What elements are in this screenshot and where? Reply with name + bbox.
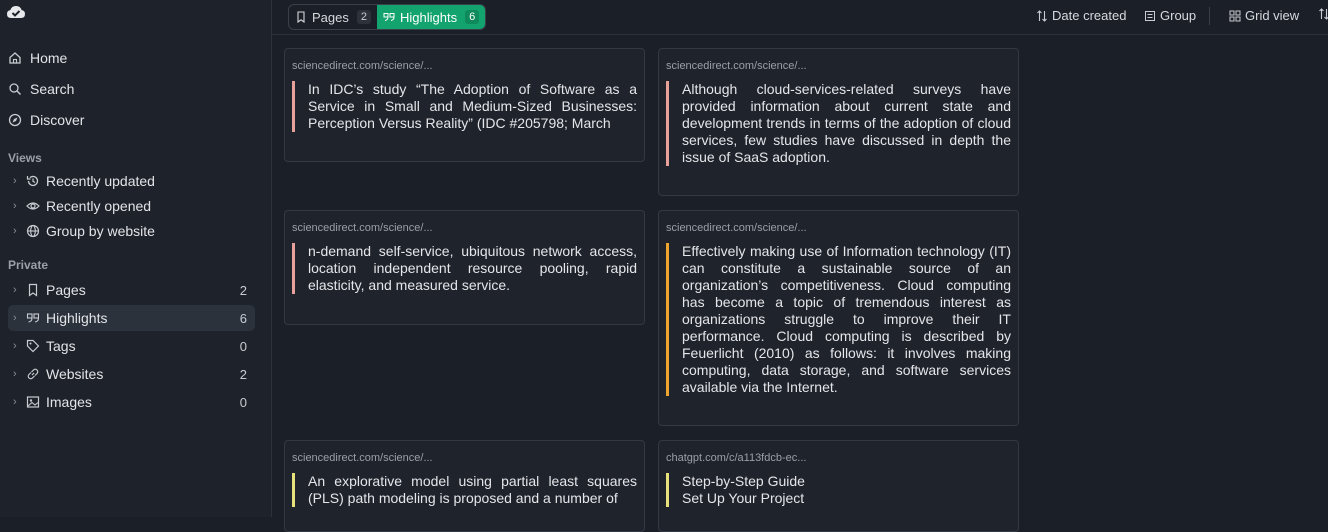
card-source[interactable]: sciencedirect.com/science/... (292, 60, 433, 72)
sidebar-item-label: Images (46, 394, 92, 410)
sidebar-item-label: Pages (46, 282, 86, 298)
view-label: Recently opened (46, 198, 152, 214)
home-icon (8, 51, 22, 65)
bookmark-icon (295, 11, 307, 23)
sidebar-item-label: Tags (46, 338, 76, 354)
tab-pages-label: Pages (312, 9, 349, 25)
compass-icon (8, 113, 22, 127)
group-icon (1144, 10, 1156, 22)
sidebar-item-highlights[interactable]: › Highlights 6 (8, 305, 255, 331)
view-mode-button[interactable]: Grid view (1229, 8, 1299, 23)
quote-icon (26, 311, 40, 325)
highlight-card[interactable]: chatgpt.com/c/a113fdcb-ec... Step-by-Ste… (658, 440, 1019, 532)
sidebar-item-images[interactable]: › Images 0 (8, 389, 255, 415)
group-label: Group (1160, 8, 1197, 23)
sidebar-item-pages[interactable]: › Pages 2 (8, 277, 255, 303)
view-label: Recently updated (46, 173, 155, 189)
sidebar: Home Search Discover Views › Recently up… (0, 0, 272, 517)
chevron-right-icon[interactable]: › (13, 340, 23, 352)
card-source[interactable]: sciencedirect.com/science/... (666, 60, 807, 72)
highlight-text: In IDC’s study “The Adoption of Software… (292, 81, 637, 132)
view-recently-updated[interactable]: › Recently updated (8, 168, 255, 194)
chevron-right-icon[interactable]: › (13, 225, 23, 237)
quote-icon (383, 11, 395, 23)
sort-direction-icon (1318, 8, 1328, 20)
link-icon (26, 367, 40, 381)
grid-icon (1229, 10, 1241, 22)
chevron-right-icon[interactable]: › (13, 284, 23, 296)
tab-highlights-count: 6 (465, 10, 480, 24)
toolbar: Pages 2 Highlights 6 Date created Group … (272, 0, 1328, 35)
highlight-card[interactable]: sciencedirect.com/science/... n-demand s… (284, 210, 645, 325)
highlight-card[interactable]: sciencedirect.com/science/... In IDC’s s… (284, 48, 645, 162)
nav-discover-label: Discover (30, 112, 85, 128)
highlight-text: Step-by-Step Guide Set Up Your Project (666, 473, 1011, 507)
type-toggle: Pages 2 Highlights 6 (288, 4, 487, 30)
card-source[interactable]: sciencedirect.com/science/... (292, 452, 433, 464)
highlight-card[interactable]: sciencedirect.com/science/... Effectivel… (658, 210, 1019, 426)
tab-highlights[interactable]: Highlights 6 (377, 5, 486, 29)
chevron-right-icon[interactable]: › (13, 175, 23, 187)
sidebar-item-websites[interactable]: › Websites 2 (8, 361, 255, 387)
card-source[interactable]: sciencedirect.com/science/... (666, 222, 807, 234)
sidebar-item-label: Highlights (46, 310, 108, 326)
nav-search[interactable]: Search (8, 76, 255, 102)
sort-label: Date created (1052, 8, 1127, 23)
sort-button[interactable]: Date created (1036, 8, 1126, 23)
cloud-check-logo-icon[interactable] (6, 4, 26, 20)
chevron-right-icon[interactable]: › (13, 368, 23, 380)
view-group-by-website[interactable]: › Group by website (8, 218, 255, 244)
globe-icon (26, 224, 40, 238)
eye-icon (26, 199, 40, 213)
highlight-card[interactable]: sciencedirect.com/science/... Although c… (658, 48, 1019, 196)
item-count: 2 (239, 282, 247, 298)
nav-home-label: Home (30, 50, 68, 66)
tab-pages-count: 2 (356, 10, 371, 24)
private-section-label: Private (8, 258, 49, 272)
tag-icon (26, 339, 40, 353)
tab-pages[interactable]: Pages 2 (289, 5, 377, 29)
image-icon (26, 395, 40, 409)
toolbar-divider (1209, 7, 1210, 25)
sort-icon (1036, 9, 1048, 22)
card-source[interactable]: sciencedirect.com/science/... (292, 222, 433, 234)
item-count: 2 (239, 366, 247, 382)
highlight-card[interactable]: sciencedirect.com/science/... An explora… (284, 440, 645, 532)
group-button[interactable]: Group (1144, 8, 1196, 23)
highlight-text: Although cloud-services-related surveys … (666, 81, 1011, 166)
nav-home[interactable]: Home (8, 45, 255, 71)
item-count: 0 (239, 394, 247, 410)
sort-direction-button[interactable] (1318, 8, 1328, 20)
sidebar-item-tags[interactable]: › Tags 0 (8, 333, 255, 359)
highlight-text: An explorative model using partial least… (292, 473, 637, 507)
nav-discover[interactable]: Discover (8, 107, 255, 133)
chevron-right-icon[interactable]: › (13, 396, 23, 408)
item-count: 0 (239, 338, 247, 354)
item-count: 6 (239, 310, 247, 326)
history-icon (26, 174, 40, 188)
highlight-text: n-demand self-service, ubiquitous networ… (292, 243, 637, 294)
view-recently-opened[interactable]: › Recently opened (8, 193, 255, 219)
tab-highlights-label: Highlights (400, 9, 458, 25)
chevron-right-icon[interactable]: › (13, 200, 23, 212)
view-label: Group by website (46, 223, 155, 239)
views-section-label: Views (8, 151, 42, 165)
bookmark-icon (26, 283, 40, 297)
highlight-text: Effectively making use of Information te… (666, 243, 1011, 396)
search-icon (8, 82, 22, 96)
nav-search-label: Search (30, 81, 75, 97)
view-mode-label: Grid view (1245, 8, 1300, 23)
sidebar-item-label: Websites (46, 366, 104, 382)
card-source[interactable]: chatgpt.com/c/a113fdcb-ec... (666, 452, 806, 464)
chevron-right-icon[interactable]: › (13, 312, 23, 324)
